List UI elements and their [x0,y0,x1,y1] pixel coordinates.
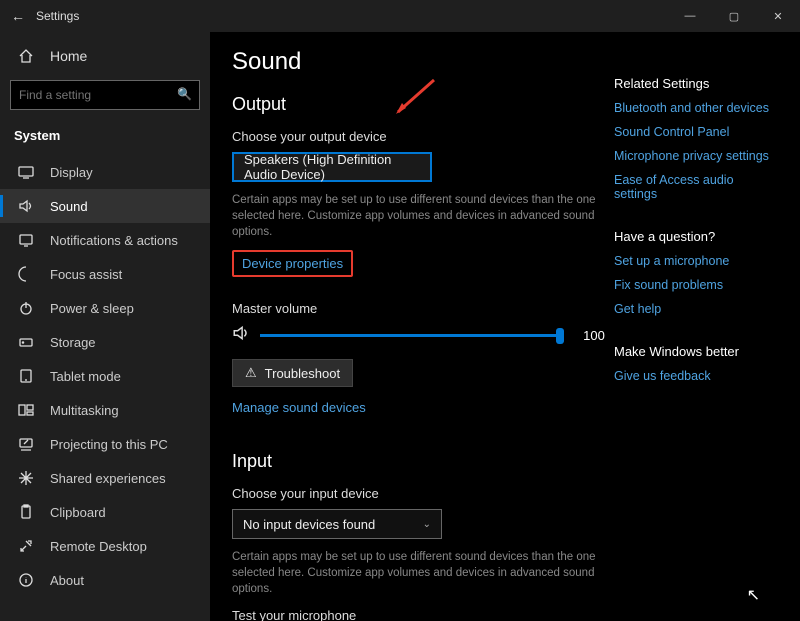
better-heading: Make Windows better [614,344,778,359]
multitasking-icon [16,402,36,418]
shared-icon [16,470,36,486]
page-title: Sound [232,48,614,76]
related-link-mic-privacy[interactable]: Microphone privacy settings [614,149,778,163]
help-link-get-help[interactable]: Get help [614,302,778,316]
help-link-fix-sound[interactable]: Fix sound problems [614,278,778,292]
output-device-dropdown[interactable]: Speakers (High Definition Audio Device) [232,152,432,182]
sidebar-item-label: Tablet mode [50,369,121,384]
close-button[interactable]: ✕ [756,0,800,32]
sidebar-group-title: System [0,122,210,155]
sidebar-item-label: Display [50,165,93,180]
sidebar-item-label: Remote Desktop [50,539,147,554]
sidebar-item-label: Projecting to this PC [50,437,168,452]
related-link-sound-panel[interactable]: Sound Control Panel [614,125,778,139]
projecting-icon [16,436,36,452]
notifications-icon [16,232,36,248]
focus-assist-icon [16,266,36,282]
input-device-dropdown[interactable]: No input devices found ⌄ [232,509,442,539]
output-device-value: Speakers (High Definition Audio Device) [244,152,420,182]
related-settings-heading: Related Settings [614,76,778,91]
maximize-button[interactable]: ▢ [712,0,756,32]
sidebar-item-notifications[interactable]: Notifications & actions [0,223,210,257]
input-device-value: No input devices found [243,517,375,532]
sidebar: Home 🔍 System Display Sound Notification… [0,32,210,621]
search-icon: 🔍 [177,87,192,101]
sidebar-item-label: Storage [50,335,96,350]
sidebar-item-multitasking[interactable]: Multitasking [0,393,210,427]
volume-icon [232,324,250,347]
input-description: Certain apps may be set up to use differ… [232,549,612,597]
window-title: Settings [36,9,79,23]
input-choose-label: Choose your input device [232,486,614,501]
master-volume-value: 100 [574,328,614,343]
content: Sound Output Choose your output device S… [232,42,614,621]
titlebar: ← Settings — ▢ ✕ [0,0,800,32]
question-heading: Have a question? [614,229,778,244]
feedback-link[interactable]: Give us feedback [614,369,778,383]
sidebar-item-label: Home [50,48,87,64]
sidebar-item-display[interactable]: Display [0,155,210,189]
chevron-down-icon: ⌄ [423,519,431,530]
test-mic-label: Test your microphone [232,608,614,621]
slider-thumb[interactable] [556,328,564,344]
sidebar-item-label: About [50,573,84,588]
warning-icon: ⚠ [245,365,257,381]
remote-desktop-icon [16,538,36,554]
clipboard-icon [16,504,36,520]
sidebar-item-projecting[interactable]: Projecting to this PC [0,427,210,461]
output-description: Certain apps may be set up to use differ… [232,192,612,240]
display-icon [16,164,36,180]
help-link-setup-mic[interactable]: Set up a microphone [614,254,778,268]
power-icon [16,300,36,316]
sidebar-item-label: Power & sleep [50,301,134,316]
sidebar-item-remote-desktop[interactable]: Remote Desktop [0,529,210,563]
home-icon [16,48,36,64]
cursor-icon: ↖ [747,585,760,605]
sidebar-item-label: Notifications & actions [50,233,178,248]
manage-output-devices-link[interactable]: Manage sound devices [232,400,366,415]
sidebar-item-clipboard[interactable]: Clipboard [0,495,210,529]
output-troubleshoot-button[interactable]: ⚠ Troubleshoot [232,359,353,387]
sidebar-item-label: Focus assist [50,267,122,282]
sidebar-item-label: Clipboard [50,505,106,520]
back-button[interactable]: ← [0,8,36,24]
tablet-icon [16,368,36,384]
related-link-ease-of-access[interactable]: Ease of Access audio settings [614,173,778,201]
search-box[interactable]: 🔍 [10,80,200,110]
right-panel: Related Settings Bluetooth and other dev… [614,42,778,621]
device-properties-link[interactable]: Device properties [232,250,353,277]
sidebar-item-sound[interactable]: Sound [0,189,210,223]
sidebar-item-tablet-mode[interactable]: Tablet mode [0,359,210,393]
minimize-button[interactable]: — [668,0,712,32]
sidebar-item-power-sleep[interactable]: Power & sleep [0,291,210,325]
output-choose-label: Choose your output device [232,129,614,144]
master-volume-slider[interactable] [260,334,564,337]
storage-icon [16,334,36,350]
sound-icon [16,198,36,214]
sidebar-item-label: Shared experiences [50,471,166,486]
sidebar-item-about[interactable]: About [0,563,210,597]
sidebar-item-home[interactable]: Home [0,40,210,72]
sidebar-item-focus-assist[interactable]: Focus assist [0,257,210,291]
about-icon [16,572,36,588]
sidebar-item-label: Multitasking [50,403,119,418]
button-label: Troubleshoot [265,366,340,381]
sidebar-item-storage[interactable]: Storage [0,325,210,359]
input-heading: Input [232,451,614,472]
related-link-bluetooth[interactable]: Bluetooth and other devices [614,101,778,115]
output-heading: Output [232,94,614,115]
sidebar-item-label: Sound [50,199,88,214]
search-input[interactable] [10,80,200,110]
sidebar-item-shared-experiences[interactable]: Shared experiences [0,461,210,495]
master-volume-label: Master volume [232,301,614,316]
